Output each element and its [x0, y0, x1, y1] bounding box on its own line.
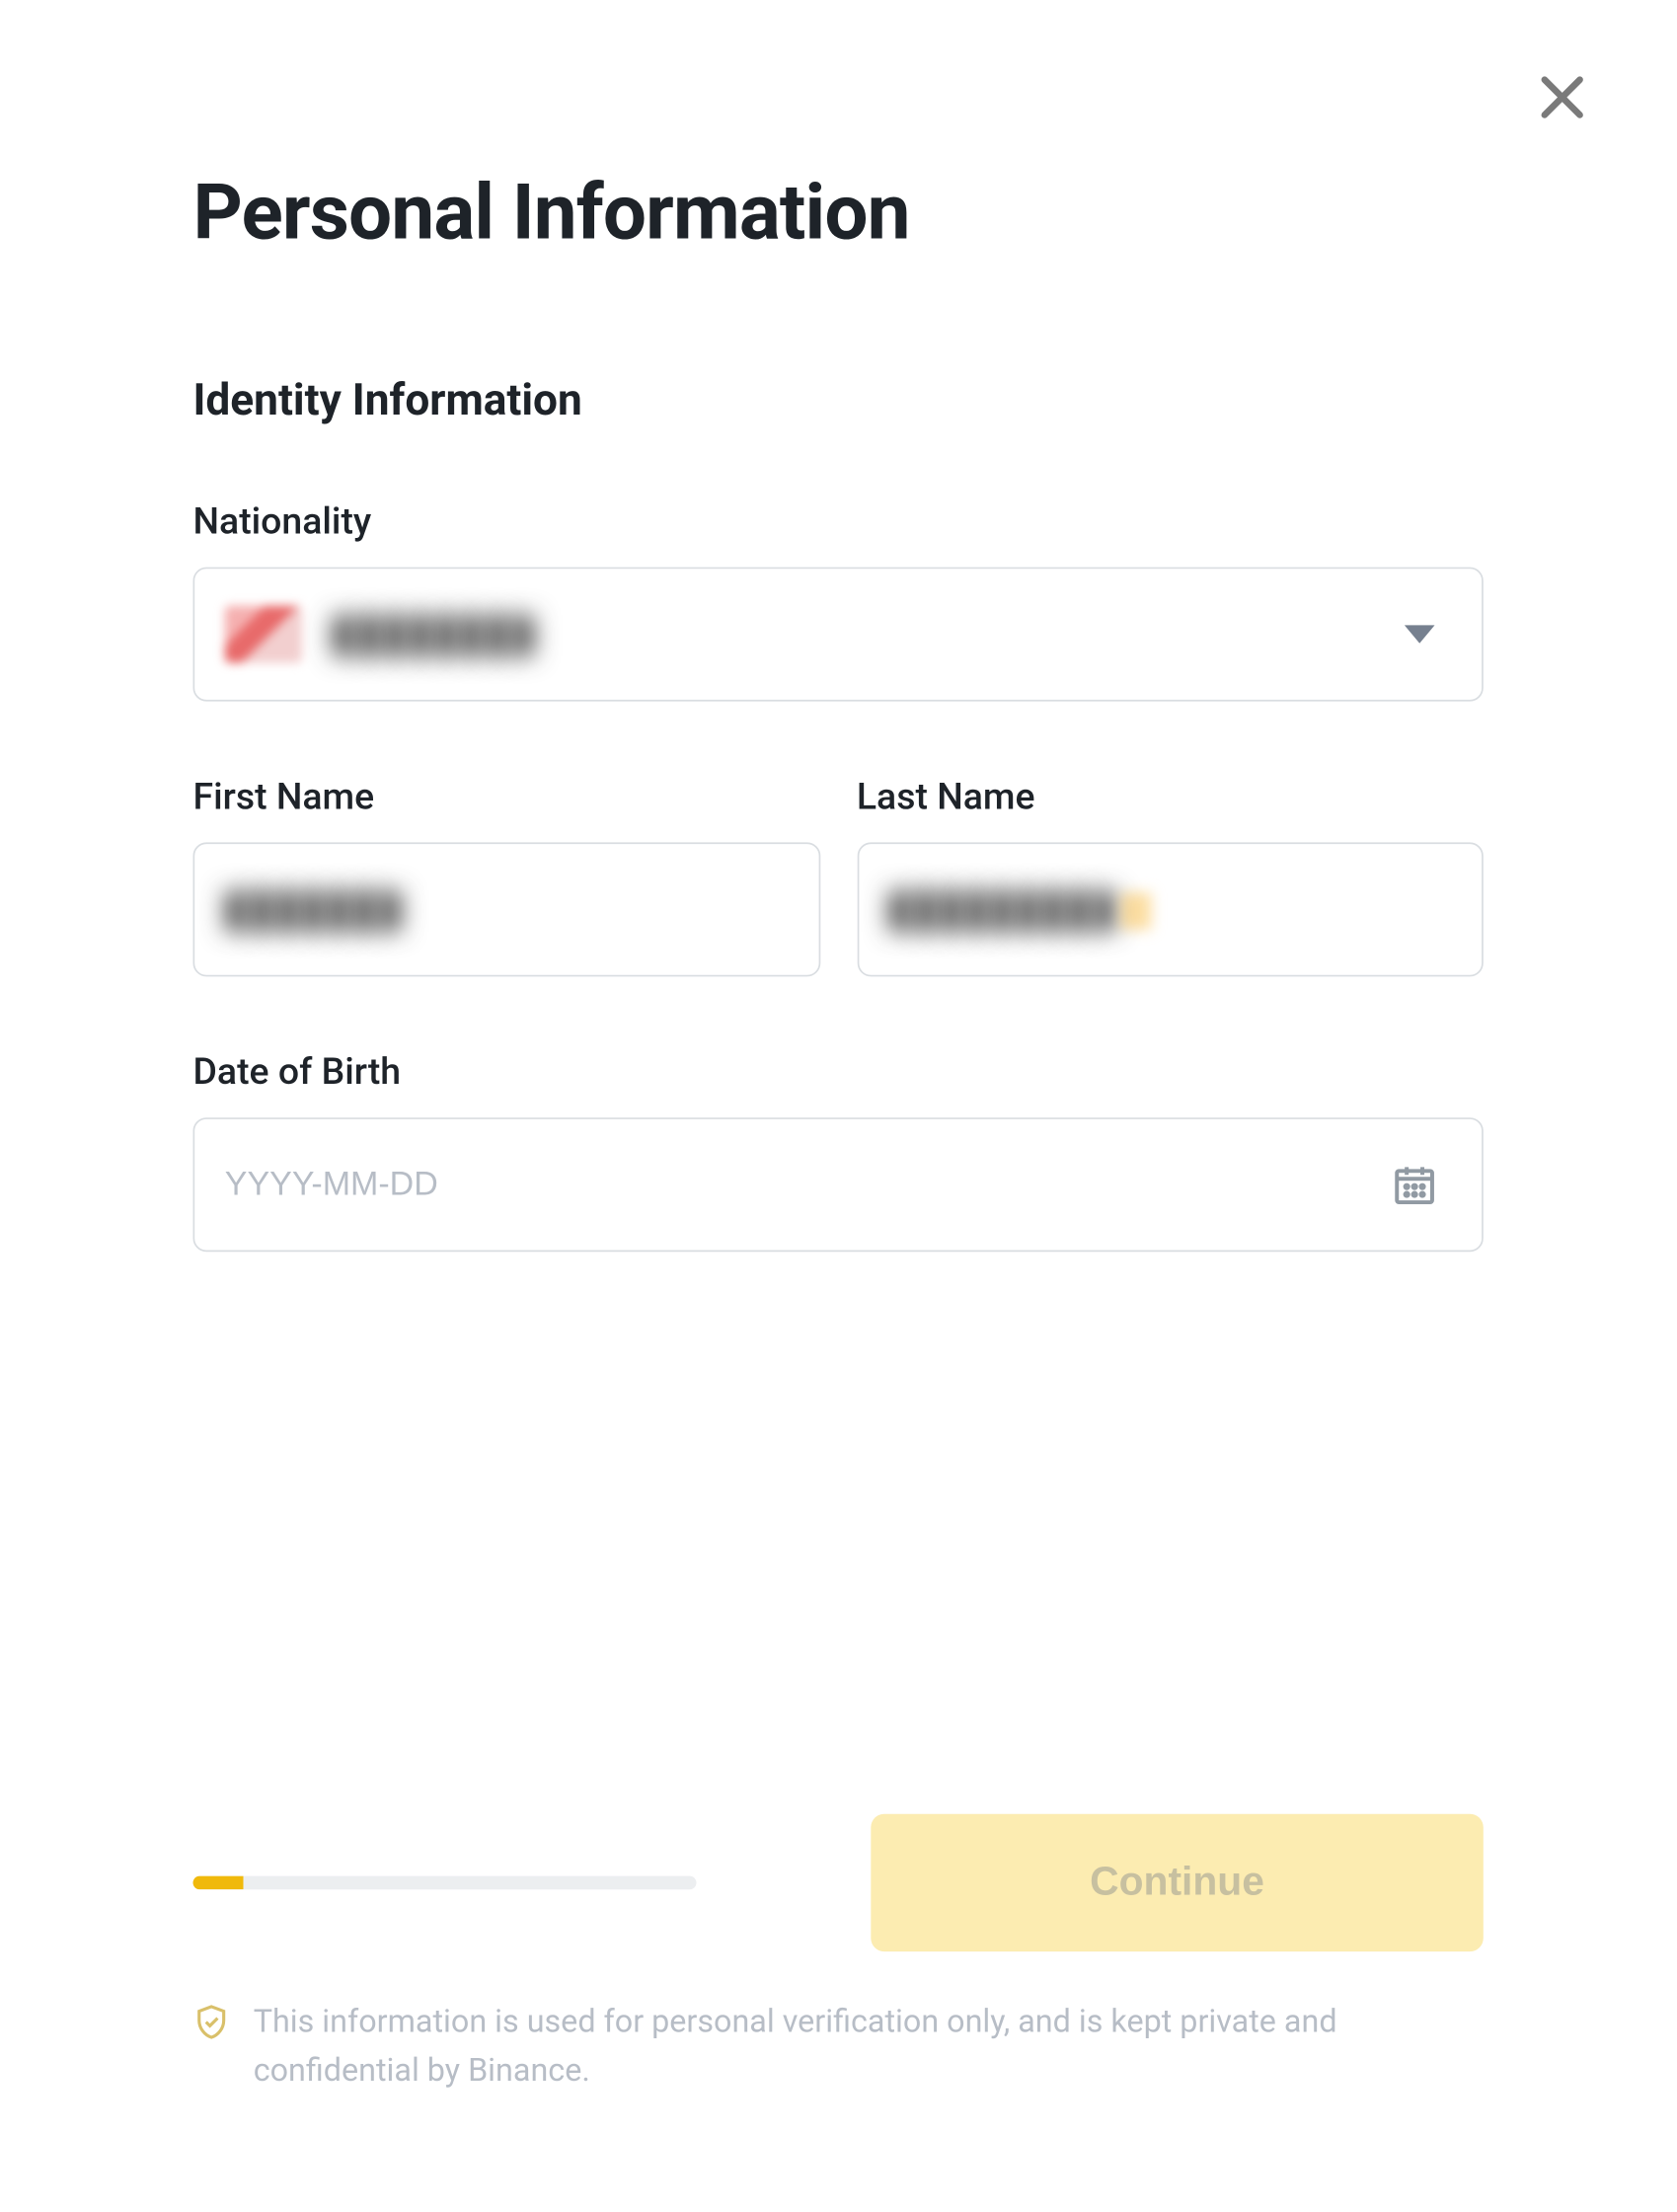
- progress-bar: [193, 1876, 697, 1890]
- first-name-input[interactable]: ███████: [193, 842, 820, 976]
- dob-input[interactable]: [225, 1119, 1452, 1251]
- first-name-value: ███████: [225, 888, 404, 931]
- last-name-value: █████████: [888, 888, 1151, 931]
- page-title: Personal Information: [193, 168, 1484, 259]
- first-name-label: First Name: [193, 777, 820, 819]
- section-title: Identity Information: [193, 376, 1484, 426]
- continue-button[interactable]: Continue: [871, 1814, 1484, 1951]
- chevron-down-icon: [1405, 624, 1435, 644]
- nationality-label: Nationality: [193, 501, 1484, 543]
- nationality-value: ████████: [333, 613, 536, 655]
- dob-input-wrapper[interactable]: [193, 1117, 1484, 1252]
- progress-fill: [193, 1876, 244, 1890]
- last-name-label: Last Name: [857, 777, 1484, 819]
- flag-icon: [225, 606, 302, 663]
- last-name-input[interactable]: █████████: [857, 842, 1484, 976]
- nationality-select[interactable]: ████████: [193, 568, 1484, 702]
- shield-check-icon: [193, 2004, 230, 2040]
- calendar-icon: [1391, 1161, 1438, 1208]
- close-button[interactable]: [1532, 67, 1592, 127]
- dob-label: Date of Birth: [193, 1052, 1484, 1095]
- close-icon: [1532, 103, 1592, 134]
- disclaimer-text: This information is used for personal ve…: [254, 1999, 1484, 2095]
